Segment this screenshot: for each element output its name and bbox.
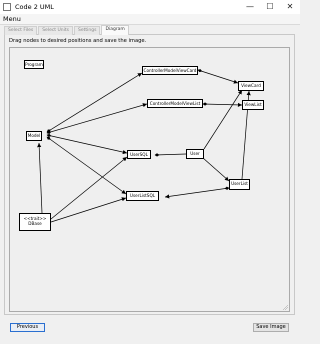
- node-viewlist-label: ViewList: [244, 102, 262, 107]
- node-dbase[interactable]: <<trait>> DBase: [19, 213, 51, 231]
- close-icon[interactable]: ✕: [280, 0, 300, 14]
- edge-dbase-model: [37, 142, 43, 214]
- node-user-sql[interactable]: UserSQL: [127, 150, 151, 159]
- menu-bar: Menu: [0, 14, 300, 25]
- window-title: Code 2 UML: [15, 3, 54, 11]
- tab-select-units[interactable]: Select Units: [38, 26, 74, 35]
- edge-cmvl-viewlist: [202, 102, 243, 107]
- maximize-icon[interactable]: ☐: [260, 0, 280, 14]
- node-program[interactable]: Program: [24, 60, 44, 69]
- edge-model-userlistsql: [46, 136, 127, 195]
- tab-diagram[interactable]: Diagram: [101, 25, 129, 35]
- edge-usersql-user: [154, 153, 187, 157]
- node-model-label: Model: [27, 133, 41, 138]
- instruction-text: Drag nodes to desired positions and save…: [9, 38, 147, 44]
- edge-model-usersql: [46, 133, 128, 155]
- node-model[interactable]: Model: [26, 131, 42, 141]
- tab-settings[interactable]: Settings: [74, 26, 101, 35]
- node-view-card[interactable]: ViewCard: [238, 81, 264, 91]
- node-cmvl-label: ControllerModelViewList: [149, 101, 201, 106]
- tab-strip: Select Files Select Units Settings Diagr…: [4, 25, 130, 35]
- node-cmvc-label: ControllerModelViewCard: [143, 68, 197, 73]
- tab-select-files[interactable]: Select Files: [4, 26, 38, 35]
- previous-button[interactable]: Previous: [10, 323, 45, 332]
- node-program-label: Program: [25, 62, 43, 67]
- node-view-list[interactable]: ViewList: [242, 100, 264, 110]
- app-icon: [3, 3, 11, 11]
- node-usersql-label: UserSQL: [130, 152, 148, 157]
- diagram-canvas[interactable]: Program ControllerModelViewCard ViewCard…: [9, 47, 290, 312]
- node-viewcard-label: ViewCard: [241, 83, 261, 88]
- node-controller-model-view-list[interactable]: ControllerModelViewList: [147, 99, 203, 108]
- node-userlist-label: UserList: [231, 181, 248, 186]
- node-controller-model-view-card[interactable]: ControllerModelViewCard: [142, 66, 198, 75]
- edge-user-userlist: [202, 157, 230, 182]
- save-image-button[interactable]: Save Image: [253, 323, 289, 332]
- node-userlistsql-label: UserListSQL: [129, 193, 156, 198]
- node-user-list-sql[interactable]: UserListSQL: [126, 191, 159, 201]
- menu-item-menu[interactable]: Menu: [3, 14, 21, 24]
- edge-cmvc-viewcard: [197, 69, 239, 84]
- edge-user-viewcard: [203, 89, 243, 150]
- node-user-list[interactable]: UserList: [229, 179, 250, 190]
- node-user-label: User: [190, 151, 200, 156]
- title-bar: Code 2 UML — ☐ ✕: [0, 0, 300, 15]
- edge-model-cmvc: [46, 72, 143, 133]
- node-dbase-label: DBase: [28, 221, 42, 226]
- edge-userlist-userlistsql: [164, 186, 230, 199]
- minimize-icon[interactable]: —: [240, 0, 260, 14]
- node-user[interactable]: User: [186, 149, 204, 159]
- resize-grip-icon[interactable]: [283, 305, 288, 310]
- edge-model-cmvl: [46, 103, 148, 135]
